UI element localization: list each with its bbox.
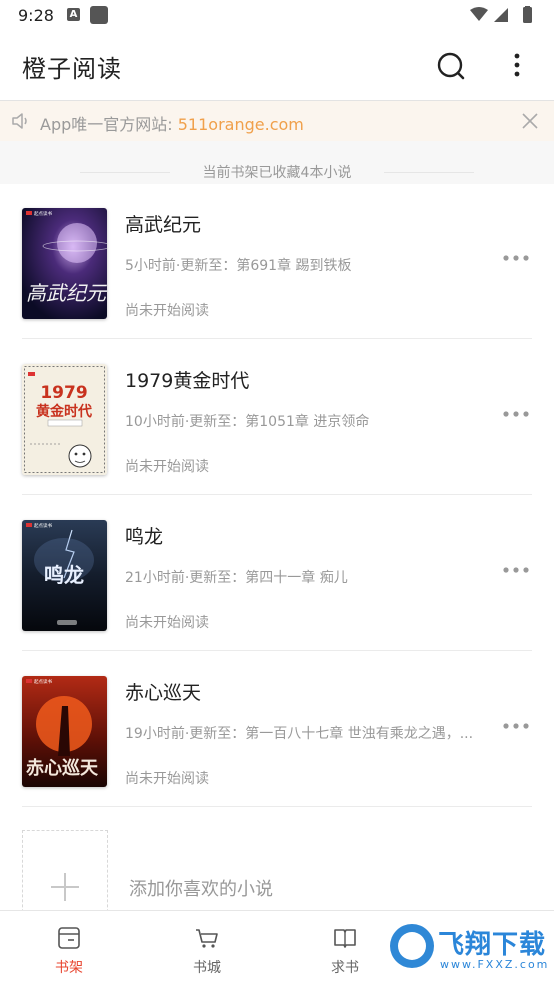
book-update: 21小时前·更新至：第四十一章 痴儿 [125,570,348,586]
row-divider [22,650,532,651]
shelf-summary: 当前书架已收藏4本小说 [0,141,554,184]
app-title: 橙子阅读 [22,55,122,83]
watermark: 飞翔下载 www.FXXZ.com [386,920,550,978]
book-item[interactable]: 1979 黄金时代 1979黄金时代 10小时前·更新至：第1051章 进京领命… [0,340,554,495]
book-more-icon[interactable] [501,247,533,269]
row-divider [22,806,532,807]
book-update: 10小时前·更新至：第1051章 进京领命 [125,414,370,430]
notice-banner: App唯一官方网站: 511orange.com [0,101,554,141]
book-title: 1979黄金时代 [125,370,250,392]
nav-label: 书架 [55,960,83,976]
book-item[interactable]: 起点读书 高武纪元 高武纪元 5小时前·更新至：第691章 踢到铁板 尚未开始阅… [0,184,554,339]
store-cart-icon [196,929,218,948]
status-time: 9:28 [18,6,54,25]
notification-square-icon [90,6,108,24]
reading-progress: 尚未开始阅读 [125,303,209,319]
add-book-button[interactable]: 添加你喜欢的小说 [0,808,554,942]
book-more-icon[interactable] [501,403,533,425]
svg-text:起点读书: 起点读书 [34,522,52,529]
search-icon [437,52,465,80]
reading-progress: 尚未开始阅读 [125,459,209,475]
app-bar: 橙子阅读 [0,32,554,101]
overflow-menu-button[interactable] [497,46,537,86]
status-bar: 9:28 A [0,0,554,32]
official-site-link[interactable]: 511orange.com [178,115,304,134]
search-button[interactable] [431,46,471,86]
speaker-icon [12,113,27,129]
book-update: 5小时前·更新至：第691章 踢到铁板 [125,258,352,274]
notice-text: App唯一官方网站: 511orange.com [40,111,304,135]
book-title: 鸣龙 [125,526,164,548]
watermark-logo-icon [390,924,434,968]
nav-bookstore[interactable]: 书城 [138,911,276,985]
reading-progress: 尚未开始阅读 [125,771,209,787]
notification-a-icon: A [67,8,80,21]
book-more-icon[interactable] [501,559,533,581]
add-book-label: 添加你喜欢的小说 [129,879,273,900]
nav-label: 书城 [193,960,221,976]
book-cover: 1979 黄金时代 [22,364,107,475]
svg-text:黄金时代: 黄金时代 [36,403,92,420]
close-notice-icon[interactable] [519,110,541,132]
book-title: 赤心巡天 [125,682,202,704]
notice-prefix: App唯一官方网站: [40,115,178,134]
nav-bookshelf[interactable]: 书架 [0,911,138,985]
book-cover: 起点读书 赤心巡天 [22,676,107,787]
watermark-name: 飞翔下载 [438,930,547,960]
watermark-url: www.FXXZ.com [440,958,550,971]
svg-text:鸣龙: 鸣龙 [44,563,84,587]
book-title: 高武纪元 [125,214,202,236]
svg-text:高武纪元: 高武纪元 [26,281,107,305]
svg-text:1979: 1979 [40,383,87,403]
more-vertical-icon [514,53,520,77]
book-cover: 起点读书 鸣龙 [22,520,107,631]
row-divider [22,494,532,495]
signal-battery-icon [470,6,532,23]
row-divider [22,338,532,339]
reading-progress: 尚未开始阅读 [125,615,209,631]
book-update: 19小时前·更新至：第一百八十七章 世浊有乘龙之遇，... [125,726,474,742]
svg-text:起点读书: 起点读书 [34,678,52,685]
book-cover: 起点读书 高武纪元 [22,208,107,319]
bookshelf-icon [58,927,80,949]
request-book-icon [334,929,356,948]
shelf-count-text: 当前书架已收藏4本小说 [202,165,352,181]
svg-text:起点读书: 起点读书 [34,210,52,217]
book-item[interactable]: 起点读书 鸣龙 鸣龙 21小时前·更新至：第四十一章 痴儿 尚未开始阅读 [0,496,554,651]
book-more-icon[interactable] [501,715,533,737]
svg-text:赤心巡天: 赤心巡天 [26,758,99,779]
book-item[interactable]: 起点读书 赤心巡天 赤心巡天 19小时前·更新至：第一百八十七章 世浊有乘龙之遇… [0,652,554,807]
